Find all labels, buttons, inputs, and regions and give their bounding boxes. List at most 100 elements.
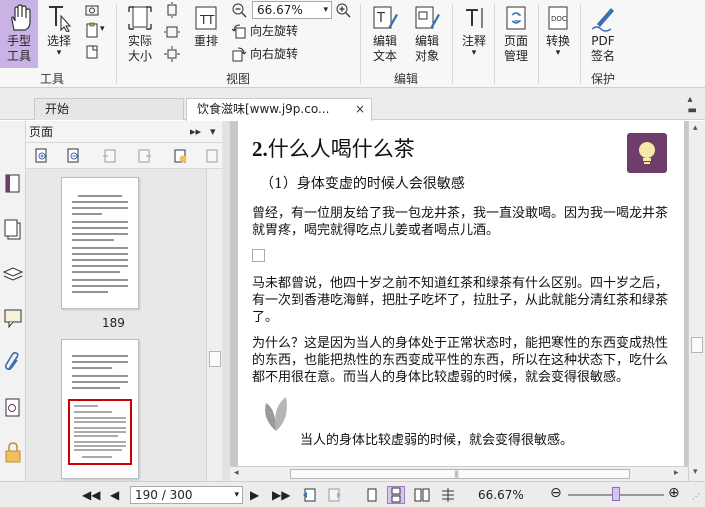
tip-text: 当人的身体比较虚弱的时候，就会变得很敏感。	[300, 433, 574, 448]
ribbon-separator	[116, 4, 117, 84]
thumbnail-scrollbar-thumb[interactable]	[209, 351, 221, 367]
fit-page-icon[interactable]	[164, 2, 180, 18]
pages-panel: 页面 ▸▸ ▾ 189	[26, 121, 222, 481]
pages-thumbnail-icon[interactable]	[3, 219, 23, 241]
page-dropdown-icon: ▾	[234, 490, 239, 500]
heading-text: 什么人喝什么茶	[267, 137, 415, 161]
panel-menu-icon[interactable]: ▾	[210, 121, 216, 143]
document-view: 2.什么人喝什么茶 （1）身体变虚的时候人会很敏感 曾经，有一位朋友给了我一包龙…	[230, 121, 688, 481]
pages-panel-toolbar	[26, 143, 222, 169]
close-icon[interactable]: ×	[355, 99, 365, 119]
ribbon-separator	[360, 4, 361, 84]
ribbon-separator	[580, 4, 581, 84]
delete-page-icon[interactable]	[204, 148, 220, 164]
convert-button[interactable]: DOC 转换 ▾	[540, 0, 576, 68]
page-manage-button[interactable]: 页面 管理	[496, 0, 536, 68]
svg-text:TT: TT	[199, 13, 215, 27]
extract-page-icon[interactable]	[136, 148, 152, 164]
rotate-left-button[interactable]: 向左旋转	[231, 22, 298, 39]
paste-dropdown-icon[interactable]: ▾	[100, 24, 116, 40]
scroll-down-icon[interactable]: ▾	[693, 467, 698, 477]
zoom-slider-knob[interactable]	[612, 487, 620, 501]
document-page: 2.什么人喝什么茶 （1）身体变虚的时候人会很敏感 曾经，有一位朋友给了我一包龙…	[238, 121, 684, 466]
fit-width-icon[interactable]	[164, 24, 180, 40]
pen-sign-icon	[589, 4, 617, 32]
tab-home[interactable]: 开始	[34, 98, 184, 120]
pdf-sign-button[interactable]: PDF 签名	[583, 0, 623, 68]
zoom-out-icon[interactable]	[231, 2, 247, 18]
continuous-view-icon[interactable]	[387, 486, 405, 504]
new-page-icon[interactable]	[172, 148, 188, 164]
scroll-up-icon[interactable]: ▴	[693, 123, 698, 133]
tab-menu-icon[interactable]: ▴ ▬	[688, 94, 697, 116]
hand-tool-button[interactable]: 手型 工具	[0, 0, 38, 68]
zoom-select[interactable]: 66.67% ▾	[252, 1, 332, 19]
image-placeholder	[252, 249, 265, 262]
select-tool-button[interactable]: 选择 ▾	[40, 0, 78, 68]
zoom-in-page-icon[interactable]	[34, 148, 50, 164]
next-view-icon[interactable]	[326, 487, 342, 503]
layers-icon[interactable]	[2, 263, 24, 285]
zoom-out-page-icon[interactable]	[66, 148, 82, 164]
insert-page-icon[interactable]	[102, 148, 118, 164]
scroll-right-icon[interactable]: ▸	[674, 468, 679, 478]
vertical-scrollbar[interactable]: ▴ ▾	[688, 121, 705, 481]
first-page-icon[interactable]: ◀◀	[82, 488, 100, 502]
zoom-in-icon[interactable]	[335, 2, 351, 18]
scroll-grip-icon: |||	[454, 470, 459, 478]
zoom-value: 66.67%	[257, 3, 303, 17]
horizontal-scrollbar[interactable]: ◂ ||| ▸	[230, 466, 688, 481]
attachment-icon[interactable]	[3, 351, 23, 373]
page-icon[interactable]	[84, 44, 100, 60]
page-manage-label: 页面 管理	[503, 34, 528, 63]
reflow-icon: TT	[192, 4, 220, 32]
thumbnail-scrollbar[interactable]	[206, 169, 222, 481]
subheading: （1）身体变虚的时候人会很敏感	[260, 176, 465, 192]
snapshot-icon[interactable]	[84, 2, 100, 18]
ribbon-separator	[494, 4, 495, 84]
svg-text:DOC: DOC	[551, 15, 567, 23]
continuous-facing-view-icon[interactable]	[440, 487, 456, 503]
zoom-out-status-icon[interactable]: ⊖	[550, 485, 562, 501]
page-thumbnail-content	[72, 195, 128, 293]
page-thumbnail-content	[68, 355, 132, 465]
last-page-icon[interactable]: ▶▶	[272, 488, 290, 502]
collapse-panel-icon[interactable]: ▸▸	[190, 121, 201, 143]
panel-splitter[interactable]	[222, 121, 230, 481]
rotate-left-label: 向左旋转	[250, 24, 299, 38]
comments-panel-icon[interactable]	[3, 307, 23, 329]
bookmark-page-icon[interactable]	[3, 173, 23, 195]
tab-home-label: 开始	[45, 102, 70, 116]
edit-text-label: 编辑 文本	[372, 34, 397, 63]
previous-view-icon[interactable]	[302, 487, 318, 503]
reflow-button[interactable]: TT 重排	[186, 0, 226, 68]
status-bar: ◀◀ ◀ 190 / 300 ▾ ▶ ▶▶ 66.67% ⊖ ⊕ ⋰	[0, 481, 705, 507]
clipboard-icon[interactable]	[84, 22, 100, 38]
edit-object-button[interactable]: 编辑 对象	[406, 0, 448, 68]
signature-panel-icon[interactable]	[3, 397, 23, 419]
zoom-dropdown-icon: ▾	[323, 5, 328, 15]
lock-icon[interactable]	[3, 441, 23, 463]
hand-icon	[5, 4, 33, 32]
vertical-scrollbar-thumb[interactable]	[691, 337, 703, 353]
resize-grip-icon[interactable]: ⋰	[692, 492, 700, 501]
page-number-label: 189	[102, 316, 125, 330]
edit-text-button[interactable]: T 编辑 文本	[364, 0, 406, 68]
rotate-right-button[interactable]: 向右旋转	[231, 45, 298, 62]
zoom-in-status-icon[interactable]: ⊕	[668, 485, 680, 501]
fit-visible-icon[interactable]	[164, 46, 180, 62]
single-page-view-icon[interactable]	[364, 487, 380, 503]
facing-view-icon[interactable]	[414, 487, 430, 503]
svg-text:T: T	[376, 11, 385, 26]
next-page-icon[interactable]: ▶	[250, 488, 259, 502]
page-thumbnail-190[interactable]	[61, 339, 139, 479]
scroll-left-icon[interactable]: ◂	[234, 468, 239, 478]
page-number-input[interactable]: 190 / 300 ▾	[130, 486, 243, 504]
horizontal-scrollbar-thumb[interactable]	[290, 469, 630, 479]
paragraph-2: 马未都曾说，他四十岁之前不知道红茶和绿茶有什么区别。四十岁之后，有一次到香港吃海…	[252, 276, 669, 325]
tab-document[interactable]: 饮食滋味[www.j9p.co... ×	[186, 98, 372, 121]
page-thumbnail-189[interactable]	[61, 177, 139, 309]
previous-page-icon[interactable]: ◀	[110, 488, 119, 502]
comment-button[interactable]: 注释 ▾	[456, 0, 492, 68]
actual-size-button[interactable]: 实际 大小	[120, 0, 160, 68]
